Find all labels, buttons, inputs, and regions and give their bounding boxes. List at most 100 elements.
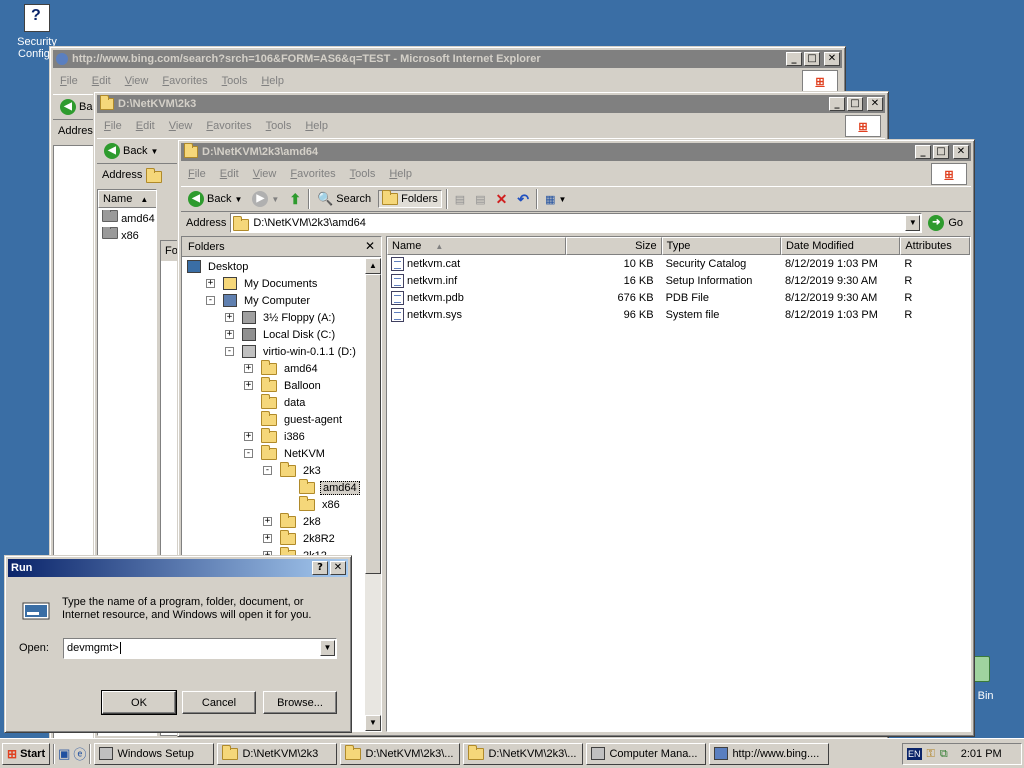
browse-button[interactable]: Browse... [263, 691, 337, 714]
tree-item[interactable]: data [244, 393, 307, 411]
ie-titlebar[interactable]: http://www.bing.com/search?srch=106&FORM… [53, 50, 842, 68]
scroll-down-button[interactable]: ▼ [365, 715, 381, 731]
menu-help[interactable]: Help [382, 168, 419, 180]
collapse-icon[interactable]: - [244, 449, 253, 458]
minimize-button[interactable]: _ [786, 52, 802, 66]
menu-view[interactable]: View [246, 168, 284, 180]
tree-item[interactable]: - virtio-win-0.1.1 (D:) [225, 343, 358, 360]
titlebar-2k3[interactable]: D:\NetKVM\2k3 _ □ ✕ [97, 95, 885, 113]
collapse-icon[interactable]: - [263, 466, 272, 475]
tree-item[interactable]: + i386 [244, 427, 307, 445]
tree-item[interactable]: Desktop [187, 258, 250, 275]
minimize-button[interactable]: _ [915, 145, 931, 159]
file-row[interactable]: netkvm.pdb 676 KB PDB File 8/12/2019 9:30 A… [387, 289, 970, 306]
task-button[interactable]: D:\NetKVM\2k3\... [340, 742, 461, 765]
close-pane-icon[interactable]: ✕ [365, 239, 375, 253]
task-button[interactable]: D:\NetKVM\2k3\... [463, 742, 584, 765]
expand-icon[interactable]: + [225, 330, 234, 339]
forward-button[interactable]: ▶ ▼ [249, 189, 282, 209]
close-button[interactable]: ✕ [953, 145, 969, 159]
column-type[interactable]: Type [661, 237, 781, 255]
undo-button[interactable]: ↶ [514, 189, 532, 210]
expand-icon[interactable]: + [225, 313, 234, 322]
tree-item[interactable]: +3½ Floppy (A:) [225, 309, 337, 326]
tree-item[interactable]: - My Computer [206, 292, 312, 309]
help-button[interactable]: ? [312, 561, 328, 575]
menu-favorites[interactable]: Favorites [283, 168, 342, 180]
delete-button[interactable]: ✕ [493, 189, 511, 210]
back-button[interactable]: ◀ Back ▼ [101, 141, 161, 161]
ok-button[interactable]: OK [101, 690, 177, 715]
language-indicator[interactable]: EN [907, 748, 922, 760]
tree-item[interactable]: + Balloon [244, 376, 323, 394]
tree-item[interactable]: - 2k3 [263, 461, 323, 479]
tree-item[interactable]: x86 [282, 495, 342, 513]
menu-file[interactable]: File [97, 120, 129, 132]
run-dialog[interactable]: Run ? ✕ Type the name of a program, fold… [4, 555, 352, 733]
expand-icon[interactable]: + [206, 279, 215, 288]
menu-view[interactable]: View [162, 120, 200, 132]
copy-to-button[interactable]: ▤ [472, 191, 488, 208]
column-date-modified[interactable]: Date Modified [780, 237, 901, 255]
collapse-icon[interactable]: - [225, 347, 234, 356]
tree-item[interactable]: + amd64 [244, 359, 320, 377]
search-button[interactable]: 🔍 Search [314, 189, 374, 209]
menu-edit[interactable]: Edit [213, 168, 246, 180]
column-name[interactable]: Name ▲ [387, 237, 567, 255]
task-button[interactable]: Computer Mana... [586, 742, 707, 765]
file-row[interactable]: netkvm.inf 16 KB Setup Information 8/12/201… [387, 272, 970, 289]
task-button[interactable]: http://www.bing.... [709, 742, 830, 765]
menu-file[interactable]: File [181, 168, 213, 180]
collapse-icon[interactable]: - [206, 296, 215, 305]
show-desktop-icon[interactable]: ▣ [58, 746, 70, 762]
tray-icon-network[interactable]: ⧉ [940, 748, 948, 761]
tray-icon-security[interactable]: ⚿ [927, 748, 935, 761]
address-input[interactable]: D:\NetKVM\2k3\amd64 ▼ [230, 213, 923, 233]
tree-item[interactable]: guest-agent [244, 410, 344, 428]
menu-favorites[interactable]: Favorites [155, 75, 214, 87]
views-button[interactable]: ▦ ▼ [542, 191, 569, 208]
column-name[interactable]: Name ▲ [98, 190, 156, 208]
menu-help[interactable]: Help [254, 75, 291, 87]
back-button[interactable]: ◀ Back ▼ [185, 189, 245, 209]
list-item[interactable]: amd64 [98, 209, 156, 226]
expand-icon[interactable]: + [244, 432, 253, 441]
menu-favorites[interactable]: Favorites [199, 120, 258, 132]
expand-icon[interactable]: + [263, 534, 272, 543]
go-button[interactable]: ➜ Go [926, 215, 971, 231]
menu-edit[interactable]: Edit [85, 75, 118, 87]
tree-item[interactable]: amd64 [282, 478, 360, 496]
maximize-button[interactable]: □ [847, 97, 863, 111]
menu-view[interactable]: View [118, 75, 156, 87]
move-to-button[interactable]: ▤ [452, 191, 468, 208]
tree-item[interactable]: +2k8R2 [263, 529, 337, 547]
address-dropdown-button[interactable]: ▼ [905, 215, 921, 231]
task-button[interactable]: D:\NetKVM\2k3 [217, 742, 338, 765]
tree-item[interactable]: +2k8 [263, 512, 323, 530]
menu-tools[interactable]: Tools [343, 168, 383, 180]
maximize-button[interactable]: □ [804, 52, 820, 66]
tree-item[interactable]: + Local Disk (C:) [225, 326, 337, 343]
tree-scrollbar[interactable]: ▲ ▼ [365, 258, 381, 731]
cancel-button[interactable]: Cancel [182, 691, 256, 714]
menu-edit[interactable]: Edit [129, 120, 162, 132]
expand-icon[interactable]: + [263, 517, 272, 526]
tree-item[interactable]: - NetKVM [244, 444, 327, 462]
expand-icon[interactable]: + [244, 381, 253, 390]
titlebar-amd64[interactable]: D:\NetKVM\2k3\amd64 _ □ ✕ [181, 143, 971, 161]
expand-icon[interactable]: + [244, 364, 253, 373]
maximize-button[interactable]: □ [933, 145, 949, 159]
file-row[interactable]: netkvm.sys 96 KB System file 8/12/2019 1:03… [387, 306, 970, 323]
ie-quicklaunch-icon[interactable]: ⓔ [73, 744, 86, 763]
start-button[interactable]: ⊞ Start [2, 742, 51, 765]
up-button[interactable]: ⬆ [286, 189, 304, 210]
minimize-button[interactable]: _ [829, 97, 845, 111]
scroll-thumb[interactable] [365, 274, 381, 574]
task-button[interactable]: Windows Setup [94, 742, 215, 765]
list-item[interactable]: x86 [98, 226, 156, 243]
menu-file[interactable]: File [53, 75, 85, 87]
open-dropdown-button[interactable]: ▼ [320, 640, 335, 656]
close-button[interactable]: ✕ [824, 52, 840, 66]
menu-help[interactable]: Help [298, 120, 335, 132]
scroll-up-button[interactable]: ▲ [365, 258, 381, 274]
